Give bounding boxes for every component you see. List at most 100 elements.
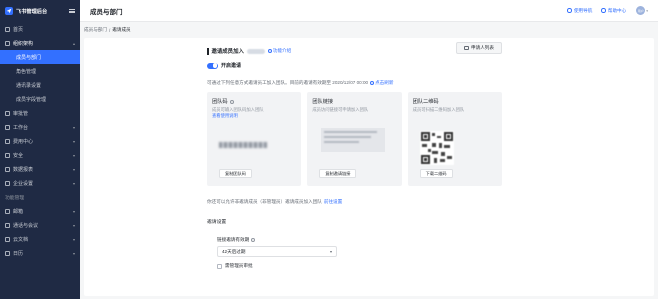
home-icon: [5, 26, 10, 32]
copy-invite-link-button[interactable]: 复制邀请链接: [319, 169, 357, 178]
avatar-text: 用户: [637, 8, 644, 13]
sidebar-item-label: 组织架构: [13, 40, 34, 47]
invite-panel: 邀请成员加入 功能介绍 申请人列表 开启邀请 可通过下列任意方式邀请员工加入团队…: [207, 38, 502, 296]
mail-icon: [5, 208, 10, 214]
help-center-link[interactable]: 帮助中心: [601, 8, 626, 14]
sidebar-item-1[interactable]: 组织架构 ▴: [0, 36, 80, 50]
team-code-title: 团队码: [212, 98, 296, 105]
chevron-down-icon: ▾: [72, 138, 75, 144]
logo-row: 飞书管理后台: [0, 0, 80, 22]
breadcrumb: 成员与部门 / 邀请成员: [84, 24, 131, 36]
chevron-down-icon: ▾: [72, 236, 75, 242]
billing-icon: [5, 138, 10, 144]
sidebar-item-0[interactable]: 首页: [0, 22, 80, 36]
sidebar-item-label: 日历: [13, 250, 24, 257]
team-code-title-label: 团队码: [212, 99, 228, 105]
expiry-label-text: 链接邀请有效期: [217, 237, 250, 242]
help-circle-icon: [229, 99, 234, 104]
sidebar-item-label: 工作台: [13, 124, 29, 131]
sidebar-item-10[interactable]: 数据报表 ▾: [0, 162, 80, 176]
guide-link-label: 使用导航: [573, 7, 593, 13]
team-qr-title: 团队二维码: [412, 99, 439, 105]
download-qr-button[interactable]: 下载二维码: [419, 169, 453, 178]
usage-guide-link[interactable]: 查看使用说明: [212, 113, 238, 118]
expiry-select[interactable]: 42天后过期 ▾: [217, 246, 337, 257]
sidebar-item-label: 邮箱: [13, 208, 24, 215]
approval-row: 需管理员审批: [217, 263, 253, 269]
sidebar-item-2[interactable]: 成员与部门: [0, 50, 80, 64]
feature-intro-label: 功能介绍: [272, 48, 292, 53]
help-link-label: 帮助中心: [607, 7, 627, 13]
sidebar-item-6[interactable]: 审批管: [0, 106, 80, 120]
main-card: 邀请成员加入 功能介绍 申请人列表 开启邀请 可通过下列任意方式邀请员工加入团队…: [84, 38, 654, 296]
sidebar-item-label: 成员字段管理: [16, 96, 47, 103]
sidebar-item-label: 角色管理: [16, 68, 37, 75]
sidebar-item-4[interactable]: 通讯录设置: [0, 78, 80, 92]
applicant-list-label: 申请人列表: [471, 45, 494, 50]
sidebar-item-8[interactable]: 费用中心 ▾: [0, 134, 80, 148]
chevron-down-icon: ▾: [72, 222, 75, 228]
org-icon: [5, 40, 10, 46]
sidebar-item-label: 云文档: [13, 236, 29, 243]
sidebar-item-label: 企业设置: [13, 180, 34, 187]
expiry-select-value: 42天后过期: [222, 248, 246, 254]
non-admin-invite-text: 你还可以允许非邀请成员（非管理员）邀请成员加入团队: [207, 199, 322, 204]
copy-team-code-button[interactable]: 复制团队码: [219, 169, 252, 178]
sidebar-item-label: 安全: [13, 152, 24, 159]
team-link-box: 团队链接 成员访问链接可申请加入团队 复制邀请链接: [307, 92, 402, 186]
sidebar-item-13[interactable]: 邮箱 ▾: [0, 204, 80, 218]
sidebar-item-3[interactable]: 角色管理: [0, 64, 80, 78]
chevron-down-icon: ▾: [72, 166, 75, 172]
team-qr-desc: 成员可扫描二维码加入团队: [412, 107, 465, 112]
list-icon: [464, 46, 470, 50]
chevron-down-icon: ▾: [72, 208, 75, 214]
refresh-link[interactable]: 点击刷新: [370, 80, 393, 86]
approval-checkbox[interactable]: [217, 263, 222, 269]
breadcrumb-separator: /: [108, 27, 111, 33]
guide-link[interactable]: 使用导航: [567, 8, 592, 14]
security-icon: [5, 152, 10, 158]
applicant-list-button[interactable]: 申请人列表: [456, 42, 502, 54]
sidebar-item-label: 费用中心: [13, 138, 34, 145]
invite-title: 邀请成员加入: [211, 49, 244, 55]
feature-intro-link[interactable]: 功能介绍: [267, 48, 292, 54]
invite-settings-title: 邀请设置: [207, 220, 227, 225]
team-link-desc: 成员访问链接可申请加入团队: [312, 107, 369, 112]
chevron-down-icon: ▾: [72, 180, 75, 186]
sidebar-item-14[interactable]: 通话与会议 ▾: [0, 218, 80, 232]
app-title: 飞书管理后台: [16, 8, 48, 15]
sidebar-item-7[interactable]: 工作台 ▾: [0, 120, 80, 134]
refresh-icon: [370, 81, 375, 85]
non-admin-invite-note: 你还可以允许非邀请成员（非管理员）邀请成员加入团队 前往设置: [207, 199, 342, 205]
chevron-down-icon: ▾: [72, 124, 75, 130]
report-icon: [5, 166, 10, 172]
sidebar-item-label: 通讯录设置: [16, 82, 42, 89]
avatar[interactable]: 用户: [636, 6, 646, 15]
team-link-title: 团队链接: [312, 99, 334, 105]
go-settings-link[interactable]: 前往设置: [324, 199, 342, 205]
sidebar-item-11[interactable]: 企业设置 ▾: [0, 176, 80, 190]
breadcrumb-members[interactable]: 成员与部门: [84, 27, 107, 33]
doc-icon: [5, 236, 10, 242]
sidebar: 飞书管理后台 首页组织架构 ▴ 成员与部门角色管理通讯录设置成员字段管理 审批管工作台…: [0, 0, 80, 299]
chevron-up-icon: ▴: [72, 40, 75, 46]
chevron-down-icon: ▾: [72, 152, 75, 158]
sidebar-item-label: 审批管: [13, 110, 29, 117]
menu-toggle-icon[interactable]: [69, 8, 75, 14]
sidebar-item-5[interactable]: 成员字段管理: [0, 92, 80, 106]
chevron-down-icon[interactable]: ▾: [646, 9, 648, 13]
call-icon: [5, 222, 10, 228]
team-name-blurred: [246, 48, 265, 54]
info-icon: [267, 49, 272, 53]
sidebar-item-label: 成员与部门: [16, 54, 42, 61]
calendar-icon: [5, 250, 10, 256]
sidebar-item-16[interactable]: 日历 ▾: [0, 246, 80, 260]
invite-toggle[interactable]: [207, 62, 218, 69]
sidebar-nav: 首页 组织架构 ▴ 成员与部门 角色管理 通讯录设置 成员字段管理 审批管 工作台 ▾ 费用中心 ▾ 安…: [0, 22, 80, 260]
refresh-link-label: 点击刷新: [375, 80, 394, 85]
approval-icon: [5, 110, 10, 116]
sidebar-item-15[interactable]: 云文档 ▾: [0, 232, 80, 246]
invite-hint-text: 可通过下列任意方式邀请员工加入团队。目前的邀请有效期至 2020/12/07 0…: [207, 80, 369, 85]
sidebar-item-9[interactable]: 安全 ▾: [0, 148, 80, 162]
sidebar-item-label: 数据报表: [13, 166, 34, 173]
